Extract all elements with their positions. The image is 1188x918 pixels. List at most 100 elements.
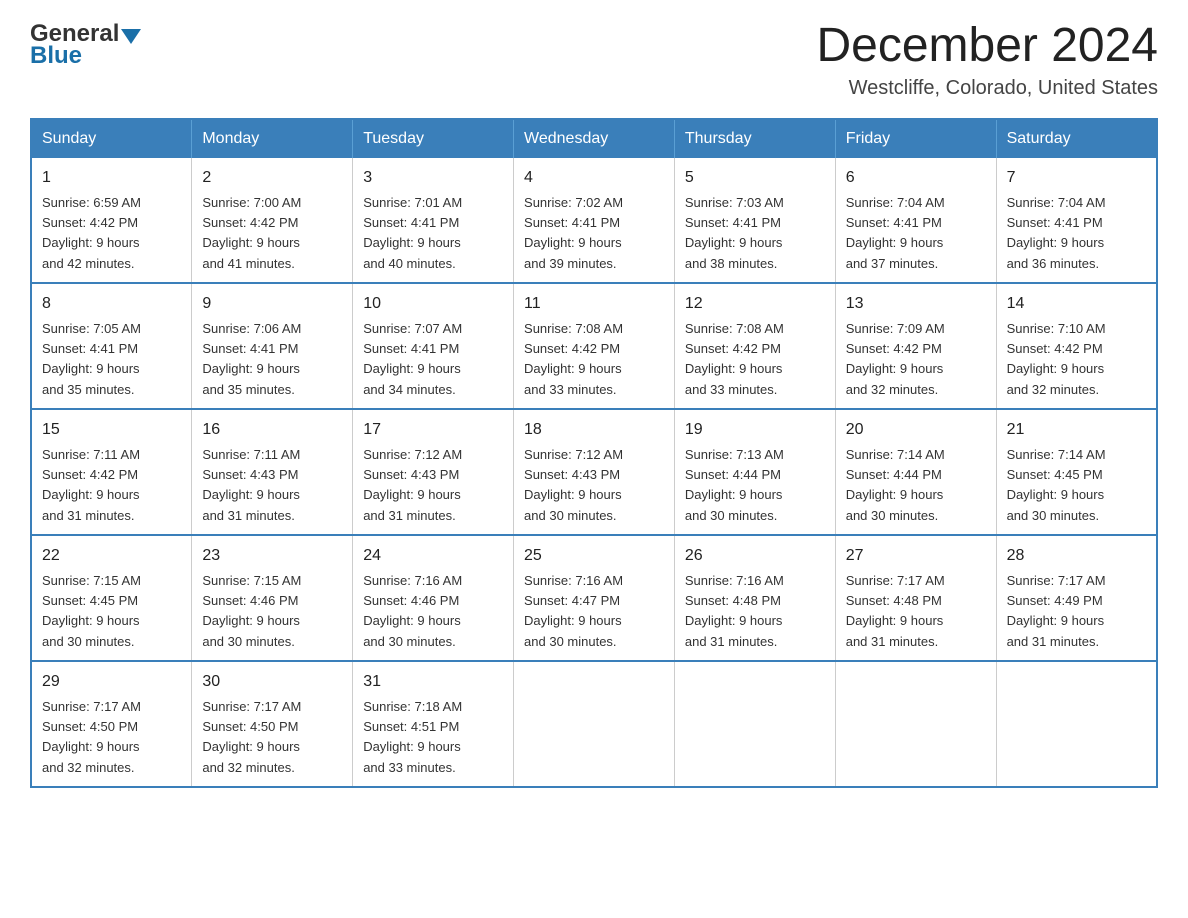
table-row: 23 Sunrise: 7:15 AMSunset: 4:46 PMDayligh… bbox=[192, 535, 353, 661]
header-wednesday: Wednesday bbox=[514, 119, 675, 158]
day-number: 18 bbox=[524, 418, 664, 442]
day-number: 24 bbox=[363, 544, 503, 568]
day-number: 31 bbox=[363, 670, 503, 694]
day-info: Sunrise: 7:12 AMSunset: 4:43 PMDaylight:… bbox=[363, 447, 462, 523]
day-number: 28 bbox=[1007, 544, 1146, 568]
day-number: 17 bbox=[363, 418, 503, 442]
day-info: Sunrise: 7:08 AMSunset: 4:42 PMDaylight:… bbox=[524, 321, 623, 397]
day-info: Sunrise: 7:15 AMSunset: 4:45 PMDaylight:… bbox=[42, 573, 141, 649]
table-row: 17 Sunrise: 7:12 AMSunset: 4:43 PMDayligh… bbox=[353, 409, 514, 535]
header-saturday: Saturday bbox=[996, 119, 1157, 158]
calendar-table: Sunday Monday Tuesday Wednesday Thursday… bbox=[30, 118, 1158, 788]
table-row: 19 Sunrise: 7:13 AMSunset: 4:44 PMDayligh… bbox=[674, 409, 835, 535]
table-row: 4 Sunrise: 7:02 AMSunset: 4:41 PMDaylight… bbox=[514, 158, 675, 283]
table-row: 7 Sunrise: 7:04 AMSunset: 4:41 PMDaylight… bbox=[996, 158, 1157, 283]
day-info: Sunrise: 7:11 AMSunset: 4:42 PMDaylight:… bbox=[42, 447, 140, 523]
day-info: Sunrise: 7:13 AMSunset: 4:44 PMDaylight:… bbox=[685, 447, 784, 523]
day-info: Sunrise: 7:07 AMSunset: 4:41 PMDaylight:… bbox=[363, 321, 462, 397]
day-number: 9 bbox=[202, 292, 342, 316]
header-tuesday: Tuesday bbox=[353, 119, 514, 158]
day-info: Sunrise: 7:05 AMSunset: 4:41 PMDaylight:… bbox=[42, 321, 141, 397]
table-row: 29 Sunrise: 7:17 AMSunset: 4:50 PMDayligh… bbox=[31, 661, 192, 787]
day-number: 4 bbox=[524, 166, 664, 190]
header-monday: Monday bbox=[192, 119, 353, 158]
day-number: 3 bbox=[363, 166, 503, 190]
day-info: Sunrise: 7:04 AMSunset: 4:41 PMDaylight:… bbox=[1007, 195, 1106, 271]
header-sunday: Sunday bbox=[31, 119, 192, 158]
day-info: Sunrise: 7:06 AMSunset: 4:41 PMDaylight:… bbox=[202, 321, 301, 397]
day-info: Sunrise: 7:15 AMSunset: 4:46 PMDaylight:… bbox=[202, 573, 301, 649]
table-row: 26 Sunrise: 7:16 AMSunset: 4:48 PMDayligh… bbox=[674, 535, 835, 661]
day-info: Sunrise: 7:08 AMSunset: 4:42 PMDaylight:… bbox=[685, 321, 784, 397]
day-info: Sunrise: 7:14 AMSunset: 4:44 PMDaylight:… bbox=[846, 447, 945, 523]
day-number: 21 bbox=[1007, 418, 1146, 442]
calendar-week-row: 15 Sunrise: 7:11 AMSunset: 4:42 PMDayligh… bbox=[31, 409, 1157, 535]
day-number: 13 bbox=[846, 292, 986, 316]
table-row: 2Sunrise: 7:00 AMSunset: 4:42 PMDaylight… bbox=[192, 158, 353, 283]
day-number: 10 bbox=[363, 292, 503, 316]
day-number: 16 bbox=[202, 418, 342, 442]
day-info: Sunrise: 7:11 AMSunset: 4:43 PMDaylight:… bbox=[202, 447, 300, 523]
day-number: 1 bbox=[42, 166, 181, 190]
table-row bbox=[514, 661, 675, 787]
calendar-week-row: 29 Sunrise: 7:17 AMSunset: 4:50 PMDayligh… bbox=[31, 661, 1157, 787]
table-row: 3 Sunrise: 7:01 AMSunset: 4:41 PMDaylight… bbox=[353, 158, 514, 283]
table-row: 10 Sunrise: 7:07 AMSunset: 4:41 PMDayligh… bbox=[353, 283, 514, 409]
day-info: Sunrise: 7:17 AMSunset: 4:50 PMDaylight:… bbox=[42, 699, 141, 775]
table-row: 14Sunrise: 7:10 AMSunset: 4:42 PMDayligh… bbox=[996, 283, 1157, 409]
table-row: 11Sunrise: 7:08 AMSunset: 4:42 PMDayligh… bbox=[514, 283, 675, 409]
day-number: 26 bbox=[685, 544, 825, 568]
day-number: 29 bbox=[42, 670, 181, 694]
table-row: 21 Sunrise: 7:14 AMSunset: 4:45 PMDayligh… bbox=[996, 409, 1157, 535]
header-friday: Friday bbox=[835, 119, 996, 158]
logo-blue-text: Blue bbox=[30, 42, 82, 70]
day-info: Sunrise: 7:17 AMSunset: 4:48 PMDaylight:… bbox=[846, 573, 945, 649]
day-info: Sunrise: 7:14 AMSunset: 4:45 PMDaylight:… bbox=[1007, 447, 1106, 523]
calendar-title: December 2024 bbox=[816, 20, 1158, 73]
table-row bbox=[996, 661, 1157, 787]
page-header: General Blue December 2024 Westcliffe, C… bbox=[30, 20, 1158, 100]
calendar-week-row: 8 Sunrise: 7:05 AMSunset: 4:41 PMDaylight… bbox=[31, 283, 1157, 409]
day-info: Sunrise: 7:16 AMSunset: 4:47 PMDaylight:… bbox=[524, 573, 623, 649]
table-row: 22Sunrise: 7:15 AMSunset: 4:45 PMDayligh… bbox=[31, 535, 192, 661]
table-row: 27 Sunrise: 7:17 AMSunset: 4:48 PMDayligh… bbox=[835, 535, 996, 661]
table-row bbox=[674, 661, 835, 787]
calendar-subtitle: Westcliffe, Colorado, United States bbox=[816, 77, 1158, 100]
day-info: Sunrise: 6:59 AMSunset: 4:42 PMDaylight:… bbox=[42, 195, 141, 271]
day-number: 23 bbox=[202, 544, 342, 568]
day-number: 19 bbox=[685, 418, 825, 442]
table-row: 8 Sunrise: 7:05 AMSunset: 4:41 PMDaylight… bbox=[31, 283, 192, 409]
day-info: Sunrise: 7:01 AMSunset: 4:41 PMDaylight:… bbox=[363, 195, 462, 271]
day-info: Sunrise: 7:04 AMSunset: 4:41 PMDaylight:… bbox=[846, 195, 945, 271]
day-info: Sunrise: 7:12 AMSunset: 4:43 PMDaylight:… bbox=[524, 447, 623, 523]
calendar-week-row: 1 Sunrise: 6:59 AMSunset: 4:42 PMDaylight… bbox=[31, 158, 1157, 283]
table-row: 30 Sunrise: 7:17 AMSunset: 4:50 PMDayligh… bbox=[192, 661, 353, 787]
day-info: Sunrise: 7:16 AMSunset: 4:48 PMDaylight:… bbox=[685, 573, 784, 649]
table-row: 18 Sunrise: 7:12 AMSunset: 4:43 PMDayligh… bbox=[514, 409, 675, 535]
calendar-week-row: 22Sunrise: 7:15 AMSunset: 4:45 PMDayligh… bbox=[31, 535, 1157, 661]
logo-triangle-icon bbox=[121, 29, 141, 44]
table-row: 13 Sunrise: 7:09 AMSunset: 4:42 PMDayligh… bbox=[835, 283, 996, 409]
title-area: December 2024 Westcliffe, Colorado, Unit… bbox=[816, 20, 1158, 100]
day-number: 15 bbox=[42, 418, 181, 442]
header-thursday: Thursday bbox=[674, 119, 835, 158]
day-number: 30 bbox=[202, 670, 342, 694]
day-info: Sunrise: 7:03 AMSunset: 4:41 PMDaylight:… bbox=[685, 195, 784, 271]
day-number: 7 bbox=[1007, 166, 1146, 190]
day-number: 5 bbox=[685, 166, 825, 190]
day-info: Sunrise: 7:09 AMSunset: 4:42 PMDaylight:… bbox=[846, 321, 945, 397]
table-row: 16 Sunrise: 7:11 AMSunset: 4:43 PMDayligh… bbox=[192, 409, 353, 535]
calendar-header-row: Sunday Monday Tuesday Wednesday Thursday… bbox=[31, 119, 1157, 158]
table-row: 15 Sunrise: 7:11 AMSunset: 4:42 PMDayligh… bbox=[31, 409, 192, 535]
day-info: Sunrise: 7:17 AMSunset: 4:50 PMDaylight:… bbox=[202, 699, 301, 775]
table-row: 9 Sunrise: 7:06 AMSunset: 4:41 PMDaylight… bbox=[192, 283, 353, 409]
day-number: 6 bbox=[846, 166, 986, 190]
day-info: Sunrise: 7:02 AMSunset: 4:41 PMDaylight:… bbox=[524, 195, 623, 271]
day-number: 8 bbox=[42, 292, 181, 316]
day-number: 2 bbox=[202, 166, 342, 190]
table-row: 31Sunrise: 7:18 AMSunset: 4:51 PMDayligh… bbox=[353, 661, 514, 787]
day-number: 14 bbox=[1007, 292, 1146, 316]
table-row: 25Sunrise: 7:16 AMSunset: 4:47 PMDayligh… bbox=[514, 535, 675, 661]
table-row: 24Sunrise: 7:16 AMSunset: 4:46 PMDayligh… bbox=[353, 535, 514, 661]
day-number: 27 bbox=[846, 544, 986, 568]
